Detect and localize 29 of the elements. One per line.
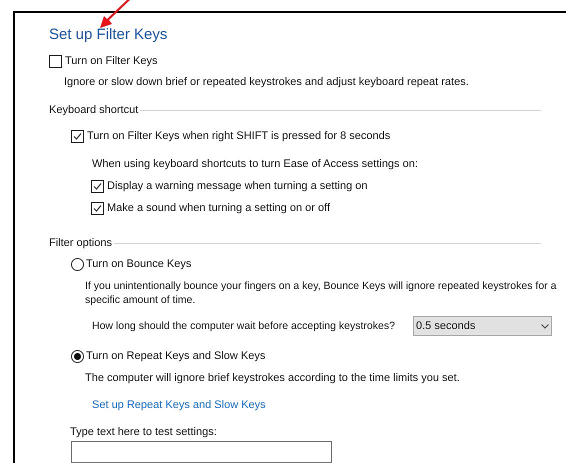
checkmark-icon	[73, 132, 82, 140]
checkbox-label: Make a sound when turning a setting on or off	[107, 201, 330, 215]
arrow-icon	[99, 0, 131, 29]
radio-button[interactable]	[71, 258, 84, 270]
delay-dropdown[interactable]: 0.5 seconds	[413, 316, 552, 336]
checkbox[interactable]	[71, 130, 84, 142]
test-input-field[interactable]	[71, 441, 332, 463]
description-text: Ignore or slow down brief or repeated keystrokes and adjust keyboard repeat rates.	[64, 75, 470, 89]
description-text: If you unintentionally bounce your fingers on a key, Bounce Keys will ignore repeated keystrokes for a specific amount of time.	[85, 279, 557, 307]
radio-label: Turn on Bounce Keys	[86, 257, 192, 271]
page-title: Set up Filter Keys	[49, 26, 168, 44]
checkbox[interactable]	[91, 180, 104, 192]
group-heading: Filter options	[49, 236, 112, 250]
checkbox-label: Turn on Filter Keys when right SHIFT is pressed for 8 seconds	[87, 129, 390, 143]
checkbox-label: Display a warning message when turning a setting on	[107, 179, 368, 193]
group-heading: Keyboard shortcut	[49, 103, 138, 117]
checkbox[interactable]	[91, 202, 104, 214]
test-label: Type text here to test settings:	[70, 425, 218, 439]
checkmark-icon	[93, 204, 102, 212]
checkbox[interactable]	[49, 54, 62, 68]
question-text: How long should the computer wait before accepting keystrokes?	[92, 319, 396, 333]
intro-text: When using keyboard shortcuts to turn Ease of Access settings on:	[92, 157, 419, 171]
checkbox-label: Turn on Filter Keys	[65, 54, 158, 68]
description-text: The computer will ignore brief keystrokes according to the time limits you set.	[85, 371, 461, 385]
setup-link[interactable]: Set up Repeat Keys and Slow Keys	[92, 398, 266, 412]
checkmark-icon	[93, 182, 102, 190]
radio-label: Turn on Repeat Keys and Slow Keys	[86, 349, 266, 363]
chevron-down-icon	[541, 324, 549, 328]
radio-button[interactable]	[71, 350, 84, 362]
